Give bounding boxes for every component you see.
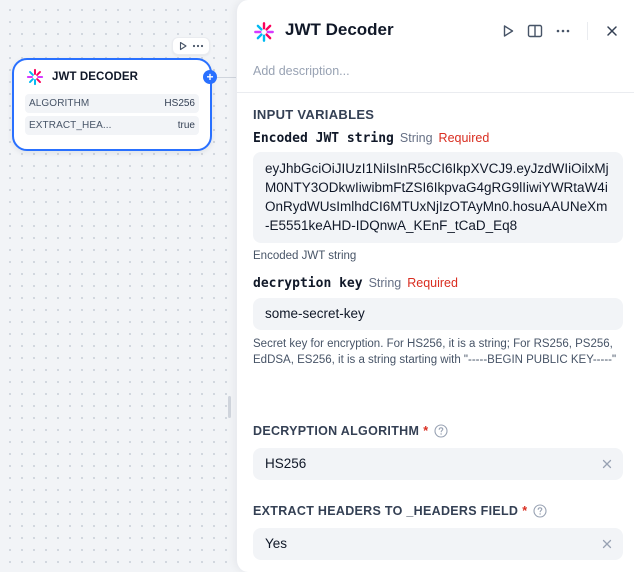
field-label: EXTRACT HEADERS TO _HEADERS FIELD bbox=[253, 504, 519, 518]
node-more-button[interactable] bbox=[192, 41, 204, 51]
help-circle-icon[interactable] bbox=[434, 424, 448, 438]
more-horizontal-icon bbox=[556, 29, 570, 33]
plus-icon: + bbox=[206, 70, 214, 84]
algorithm-label: DECRYPTION ALGORITHM * bbox=[253, 424, 448, 438]
header-divider bbox=[587, 22, 588, 40]
more-options-button[interactable] bbox=[554, 22, 572, 40]
more-horizontal-icon bbox=[192, 44, 204, 48]
run-button[interactable] bbox=[499, 22, 517, 40]
node-toolbar bbox=[172, 37, 210, 55]
clear-x-icon[interactable] bbox=[601, 458, 613, 470]
jwt-hint: Encoded JWT string bbox=[253, 250, 357, 262]
param-key: ALGORITHM bbox=[29, 98, 90, 109]
var-required: Required bbox=[438, 131, 490, 145]
book-open-icon bbox=[527, 24, 543, 38]
jwt-logo-icon bbox=[254, 22, 274, 42]
help-circle-icon[interactable] bbox=[533, 504, 547, 518]
param-key: EXTRACT_HEA... bbox=[29, 120, 112, 131]
node-header: JWT DECODER bbox=[14, 60, 210, 94]
node-param-extract-headers: EXTRACT_HEA... true bbox=[25, 116, 199, 135]
var-required: Required bbox=[407, 276, 458, 290]
jwt-logo-icon bbox=[26, 68, 44, 86]
param-value: true bbox=[177, 120, 195, 131]
panel-divider bbox=[237, 92, 634, 93]
panel-resize-handle[interactable] bbox=[228, 396, 231, 418]
play-icon bbox=[179, 41, 187, 51]
clear-x-icon[interactable] bbox=[601, 538, 613, 550]
description-input[interactable]: Add description... bbox=[253, 64, 350, 78]
split-view-button[interactable] bbox=[526, 22, 544, 40]
close-panel-button[interactable] bbox=[603, 22, 621, 40]
field-label: DECRYPTION ALGORITHM bbox=[253, 424, 420, 438]
required-star: * bbox=[522, 504, 528, 518]
add-next-node-button[interactable]: + bbox=[203, 70, 217, 84]
var-type: String bbox=[368, 276, 402, 290]
panel-header: JWT Decoder bbox=[237, 0, 634, 60]
var-label-jwt: Encoded JWT string String Required bbox=[253, 131, 489, 146]
algorithm-select[interactable]: HS256 bbox=[253, 448, 623, 480]
node-param-algorithm: ALGORITHM HS256 bbox=[25, 94, 199, 113]
input-variables-title: INPUT VARIABLES bbox=[253, 107, 375, 122]
node-run-button[interactable] bbox=[178, 41, 188, 51]
var-type: String bbox=[399, 131, 433, 145]
select-value: Yes bbox=[265, 536, 288, 551]
required-star: * bbox=[423, 424, 429, 438]
jwt-input[interactable]: eyJhbGciOiJIUzI1NiIsInR5cCI6IkpXVCJ9.eyJ… bbox=[253, 152, 623, 243]
var-label-key: decryption key String Required bbox=[253, 276, 458, 291]
workflow-canvas[interactable]: JWT DECODER ALGORITHM HS256 EXTRACT_HEA.… bbox=[0, 0, 236, 572]
decryption-key-input[interactable]: some-secret-key bbox=[253, 298, 623, 330]
node-title: JWT DECODER bbox=[52, 71, 139, 83]
play-icon bbox=[503, 25, 514, 37]
jwt-decoder-node[interactable]: JWT DECODER ALGORITHM HS256 EXTRACT_HEA.… bbox=[12, 58, 212, 151]
extract-headers-select[interactable]: Yes bbox=[253, 528, 623, 560]
close-icon bbox=[607, 26, 617, 36]
node-config-panel: JWT Decoder Add description... INPUT VAR… bbox=[236, 0, 634, 572]
panel-title: JWT Decoder bbox=[285, 20, 394, 39]
extract-headers-label: EXTRACT HEADERS TO _HEADERS FIELD * bbox=[253, 504, 547, 518]
param-value: HS256 bbox=[164, 98, 195, 109]
select-value: HS256 bbox=[265, 456, 307, 471]
key-hint: Secret key for encryption. For HS256, it… bbox=[253, 338, 617, 366]
var-name: decryption key bbox=[253, 276, 363, 291]
var-name: Encoded JWT string bbox=[253, 131, 394, 146]
